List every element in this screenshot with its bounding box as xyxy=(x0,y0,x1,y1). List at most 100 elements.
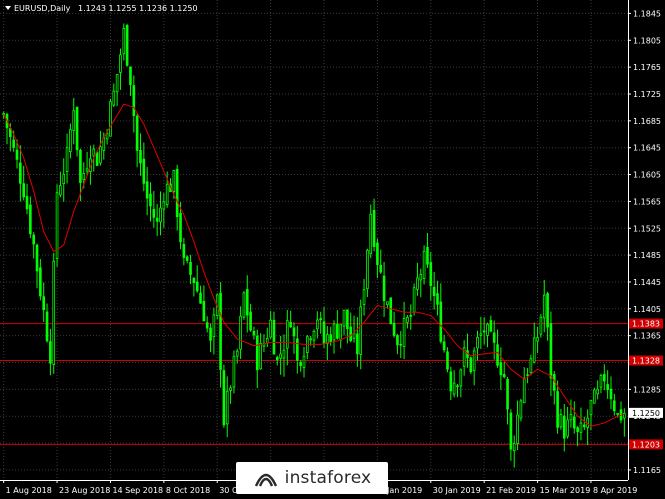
candle-body xyxy=(235,350,239,357)
candle-body xyxy=(282,349,286,359)
candle-body xyxy=(392,322,396,336)
candle-body xyxy=(139,149,142,164)
candle-body xyxy=(69,129,72,152)
candle-body xyxy=(356,333,359,355)
price-chart[interactable]: 1.1845 1.1805 1.1765 1.1725 1.1685 1.1645 1.16… xyxy=(0,0,665,499)
candle-body xyxy=(342,309,346,327)
candle-body xyxy=(175,168,179,218)
candle-body xyxy=(506,378,509,410)
candle-body xyxy=(145,181,149,199)
candle-body xyxy=(209,327,212,341)
candle-body xyxy=(42,296,46,311)
candle-body xyxy=(309,338,312,341)
price-tick-label: 1.1365 xyxy=(633,332,661,341)
candle-body xyxy=(512,443,516,452)
candle-body xyxy=(199,292,202,304)
candle-body xyxy=(472,350,476,371)
candle-body xyxy=(255,335,259,371)
candle-body xyxy=(99,146,102,164)
candle-body xyxy=(452,382,456,395)
candle-body xyxy=(439,301,443,342)
candle-body xyxy=(22,183,26,198)
price-tick-label: 1.1845 xyxy=(633,9,661,18)
candle-body xyxy=(222,370,226,426)
candle-body xyxy=(25,196,29,210)
candle-body xyxy=(532,337,536,363)
candle-body xyxy=(62,173,66,184)
ohlc-values: 1.1243 1.1255 1.1236 1.1250 xyxy=(78,4,198,13)
watermark-brand: instaforex xyxy=(284,468,372,488)
candle-body xyxy=(502,374,506,378)
candle-body xyxy=(492,332,496,343)
candle-body xyxy=(509,412,513,450)
candle-body xyxy=(32,234,36,245)
candle-body xyxy=(245,288,249,316)
time-tick-label: 30 Jan 2019 xyxy=(433,486,481,495)
candle-body xyxy=(362,289,366,305)
candle-body xyxy=(232,356,236,388)
candle-body xyxy=(606,384,609,390)
level-price-label: 1.1383 xyxy=(632,320,660,329)
candle-body xyxy=(539,316,543,335)
candle-body xyxy=(135,115,139,151)
level-price-label: 1.1203 xyxy=(632,440,660,449)
candle-body xyxy=(442,341,446,351)
candle-body xyxy=(212,314,216,338)
candle-body xyxy=(422,250,426,279)
price-tick-label: 1.1765 xyxy=(633,63,661,72)
candle-body xyxy=(119,54,122,73)
candle-body xyxy=(252,330,256,336)
candle-body xyxy=(372,210,376,248)
candle-body xyxy=(542,294,546,319)
candle-body xyxy=(352,332,356,339)
candle-body xyxy=(95,152,99,166)
candle-body xyxy=(602,374,606,382)
time-tick-label: 8 Apr 2019 xyxy=(593,486,637,495)
candle-body xyxy=(59,185,62,196)
candle-body xyxy=(426,246,429,265)
candle-body xyxy=(386,301,389,305)
candle-body xyxy=(165,183,169,206)
candle-body xyxy=(45,311,49,342)
candle-body xyxy=(289,321,292,328)
candle-body xyxy=(65,147,69,172)
candle-body xyxy=(526,374,529,377)
time-tick-label: 14 Sep 2018 xyxy=(112,486,163,495)
candle-body xyxy=(85,168,89,172)
price-tick-label: 1.1165 xyxy=(633,466,661,475)
price-tick-label: 1.1685 xyxy=(633,117,661,126)
candle-body xyxy=(396,335,399,346)
candle-body xyxy=(292,327,296,337)
candle-body xyxy=(72,110,76,131)
price-tick-label: 1.1565 xyxy=(633,197,661,206)
candle-body xyxy=(522,377,526,404)
candle-body xyxy=(129,66,132,85)
candle-body xyxy=(476,336,479,349)
candle-body xyxy=(549,323,553,379)
candle-body xyxy=(389,297,393,325)
candle-body xyxy=(295,338,299,361)
candle-body xyxy=(432,286,436,297)
candle-body xyxy=(482,330,486,333)
candle-body xyxy=(75,106,79,151)
candle-body xyxy=(582,424,586,428)
candle-body xyxy=(379,264,383,273)
candle-body xyxy=(192,277,196,283)
candle-body xyxy=(279,353,282,359)
candle-body xyxy=(122,28,126,55)
candle-body xyxy=(162,201,166,210)
candle-body xyxy=(205,322,209,329)
candle-body xyxy=(316,319,319,330)
instaforex-logo-icon xyxy=(254,473,277,487)
candle-body xyxy=(332,323,336,341)
candle-body xyxy=(519,400,523,419)
candle-body xyxy=(125,24,129,66)
candle-body xyxy=(469,357,473,373)
price-tick-label: 1.1525 xyxy=(633,224,661,233)
candle-body xyxy=(382,275,386,302)
candle-body xyxy=(589,400,593,416)
candle-body xyxy=(265,337,269,344)
candle-body xyxy=(559,414,563,428)
candle-body xyxy=(336,324,339,339)
candle-body xyxy=(19,162,22,184)
